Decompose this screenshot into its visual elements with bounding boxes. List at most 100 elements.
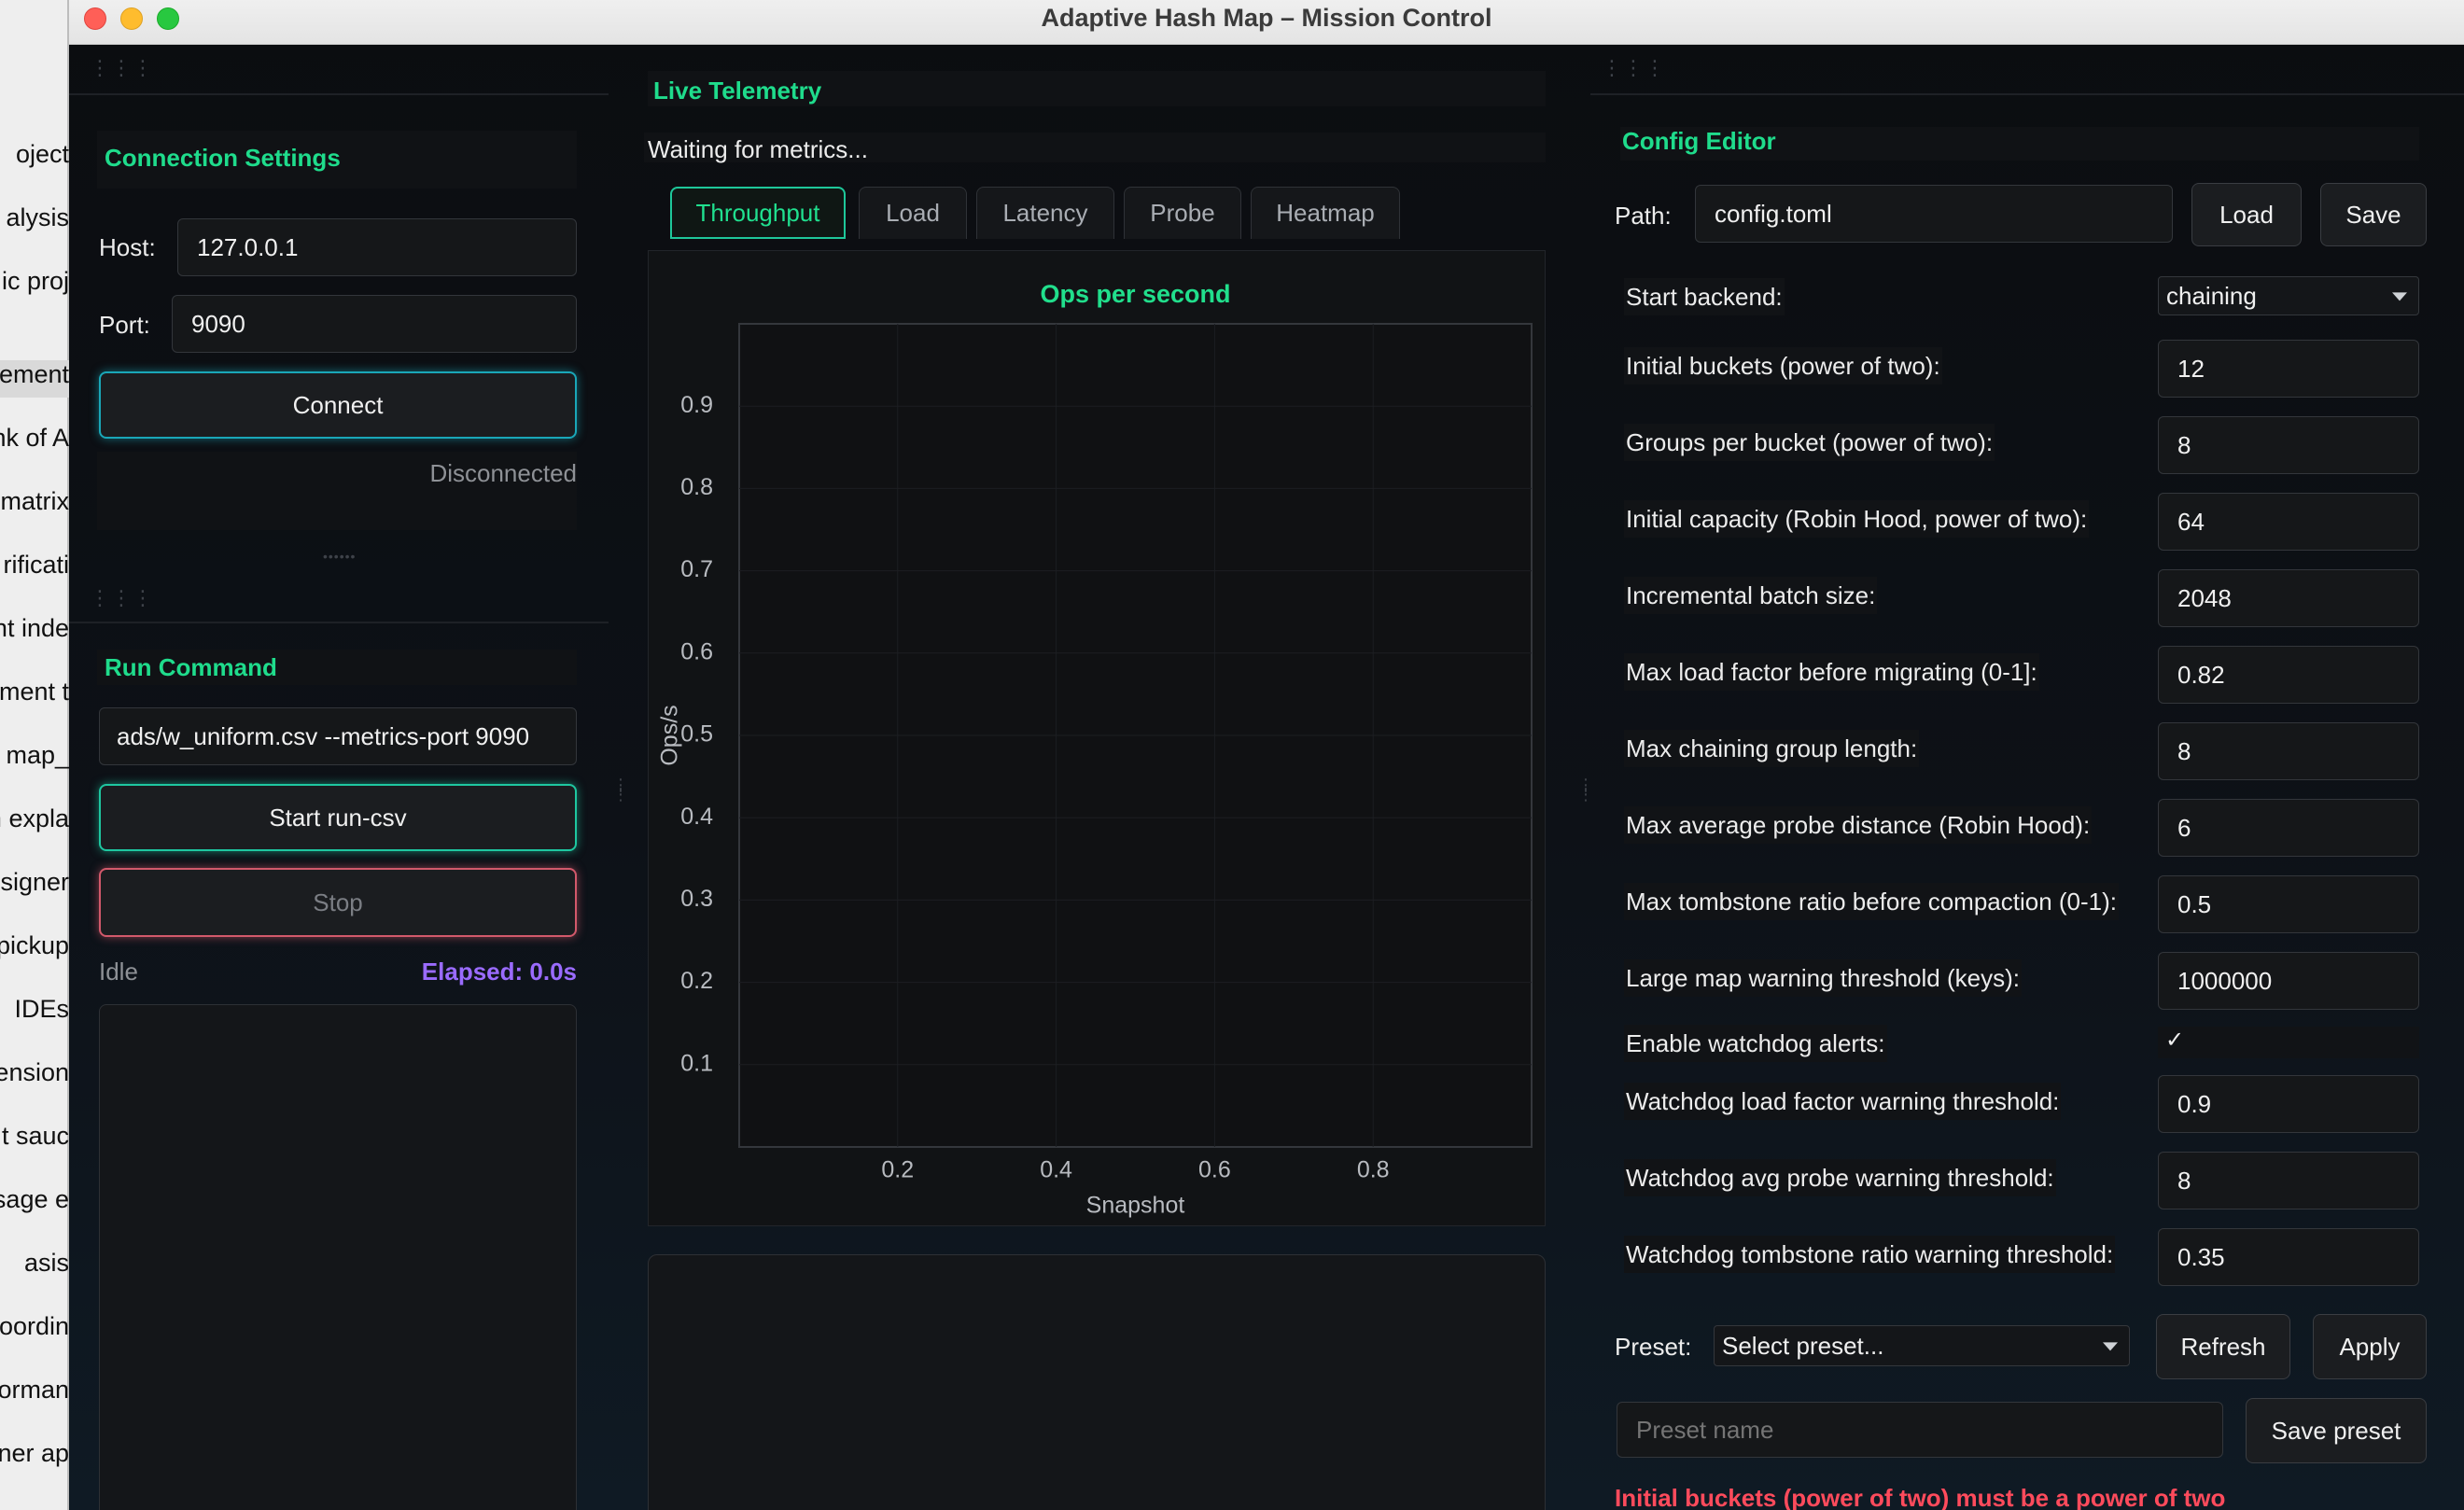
background-window-item: n expla (0, 804, 69, 842)
drag-handle-icon[interactable]: ⋮⋮⋮ (90, 56, 154, 80)
column-splitter-icon[interactable]: ⋮ ⋮ (1577, 776, 1594, 803)
telemetry-status: Waiting for metrics... (648, 135, 868, 163)
save-preset-button[interactable]: Save preset (2246, 1398, 2427, 1463)
background-window-item-label: ner ap (0, 1439, 69, 1467)
config-field-input[interactable]: 0.82 (2158, 646, 2419, 704)
checkmark-icon: ✓ (2165, 1028, 2185, 1053)
path-label: Path: (1615, 202, 1672, 230)
panel-divider (69, 93, 609, 95)
x-tick-label: 0.2 (881, 1157, 914, 1183)
watchdog-field-input[interactable]: 0.35 (2158, 1228, 2419, 1286)
connection-status: Disconnected (429, 459, 577, 487)
refresh-presets-button[interactable]: Refresh (2156, 1314, 2290, 1379)
watchdog-field-label: Watchdog load factor warning threshold: (1624, 1083, 2062, 1120)
path-input[interactable]: config.toml (1695, 185, 2173, 243)
config-field-input[interactable]: 8 (2158, 416, 2419, 474)
port-label: Port: (99, 311, 150, 339)
window-title: Adaptive Hash Map – Mission Control (1041, 4, 1492, 32)
watchdog-field-input[interactable]: 0.9 (2158, 1075, 2419, 1133)
config-field-input[interactable]: 6 (2158, 799, 2419, 857)
background-window-item-label: matrix (0, 487, 70, 515)
background-window-item: IDEs (0, 995, 69, 1032)
tab-load[interactable]: Load (859, 187, 967, 239)
start-backend-value: chaining (2166, 281, 2257, 310)
watchdog-field-input[interactable]: 8 (2158, 1152, 2419, 1209)
start-run-button[interactable]: Start run-csv (99, 784, 577, 851)
tab-throughput[interactable]: Throughput (670, 187, 846, 239)
config-field-input[interactable]: 0.5 (2158, 875, 2419, 933)
y-tick-label: 0.5 (680, 721, 713, 748)
background-window-item: oject (0, 140, 69, 177)
load-config-button[interactable]: Load (2191, 183, 2302, 246)
y-tick-label: 0.7 (680, 556, 713, 582)
x-tick-label: 0.8 (1357, 1157, 1390, 1183)
background-window-item: ic proj (0, 267, 69, 304)
background-window-item-label: IDEs (14, 995, 69, 1023)
split-handle-icon[interactable]: •••••• (323, 549, 356, 564)
telemetry-event-log[interactable] (648, 1254, 1546, 1510)
preset-select[interactable]: Select preset... (1714, 1325, 2130, 1366)
background-window-item: t sauc (0, 1122, 69, 1159)
background-window-item: ement (0, 360, 69, 398)
background-window-item: ner ap (0, 1439, 69, 1476)
preset-select-value: Select preset... (1722, 1331, 1884, 1360)
background-window-item-label: nt inde (0, 614, 69, 642)
background-window-item: nt inde (0, 614, 69, 651)
config-field-label: Max chaining group length: (1624, 730, 1920, 767)
config-field-input[interactable]: 12 (2158, 340, 2419, 398)
y-tick-label: 0.1 (680, 1050, 713, 1076)
connect-button[interactable]: Connect (99, 371, 577, 439)
config-field-input[interactable]: 8 (2158, 722, 2419, 780)
watchdog-field-label: Watchdog tombstone ratio warning thresho… (1624, 1236, 2116, 1273)
run-command-heading: Run Command (105, 653, 277, 681)
save-config-button[interactable]: Save (2320, 183, 2427, 246)
watchdog-field-label: Watchdog avg probe warning threshold: (1624, 1159, 2056, 1196)
x-axis-label: Snapshot (1086, 1193, 1185, 1219)
background-window-item-label: oordin (0, 1312, 69, 1340)
connection-settings-heading: Connection Settings (105, 144, 341, 172)
config-field-label: Initial capacity (Robin Hood, power of t… (1624, 500, 2090, 538)
background-window-item-label: t sauc (1, 1122, 69, 1150)
background-window-item-label: alysis (6, 203, 69, 231)
command-input[interactable]: ads/w_uniform.csv --metrics-port 9090 (99, 707, 577, 765)
watchdog-checkbox[interactable]: ✓ (2158, 1027, 2419, 1058)
y-tick-label: 0.9 (680, 392, 713, 418)
background-window-item: alysis (0, 203, 69, 241)
apply-preset-button[interactable]: Apply (2313, 1314, 2427, 1379)
tab-heatmap[interactable]: Heatmap (1251, 187, 1400, 239)
run-output-log[interactable] (99, 1004, 577, 1510)
config-field-input[interactable]: 1000000 (2158, 952, 2419, 1010)
stop-button[interactable]: Stop (99, 868, 577, 937)
background-window-item: map_ (0, 741, 69, 778)
drag-handle-icon[interactable]: ⋮⋮⋮ (1602, 56, 1666, 80)
host-input[interactable]: 127.0.0.1 (177, 218, 577, 276)
config-editor-heading: Config Editor (1622, 127, 1776, 155)
port-input[interactable]: 9090 (172, 295, 577, 353)
config-field-label: Max tombstone ratio before compaction (0… (1624, 883, 2120, 920)
tab-probe[interactable]: Probe (1124, 187, 1241, 239)
live-telemetry-heading: Live Telemetry (653, 77, 822, 105)
config-field-input[interactable]: 64 (2158, 493, 2419, 551)
background-window-item-label: forman (0, 1376, 69, 1404)
y-tick-label: 0.6 (680, 638, 713, 664)
config-field-input[interactable]: 2048 (2158, 569, 2419, 627)
background-window-item-label: asis (23, 1249, 69, 1277)
preset-name-input[interactable] (1617, 1402, 2223, 1458)
main-window: Adaptive Hash Map – Mission Control ⋮⋮⋮ … (69, 0, 2464, 1510)
background-window-item-label: oject (15, 140, 69, 168)
throughput-chart-frame: 0.2 0.4 0.6 0.8 0.1 0.2 0.3 0.4 0.5 0.6 0.7 0.8 0.9 O… (648, 250, 1546, 1226)
drag-handle-icon[interactable]: ⋮⋮⋮ (90, 586, 154, 610)
start-backend-label: Start backend: (1624, 278, 1785, 315)
background-window-item-label: nk of A (0, 424, 69, 452)
start-backend-select[interactable]: chaining (2158, 276, 2419, 315)
x-tick-label: 0.6 (1198, 1157, 1231, 1183)
config-field-label: Large map warning threshold (keys): (1624, 959, 2022, 997)
tab-latency[interactable]: Latency (976, 187, 1114, 239)
background-window-item-label: ic proj (1, 267, 69, 295)
config-field-label: Max average probe distance (Robin Hood): (1624, 806, 2093, 844)
background-window-item-label: ement (0, 360, 69, 388)
column-splitter-icon[interactable]: ⋮ ⋮ (612, 776, 629, 803)
background-window-item-label: rificati (3, 551, 69, 579)
x-tick-label: 0.4 (1040, 1157, 1072, 1183)
host-label: Host: (99, 233, 156, 261)
